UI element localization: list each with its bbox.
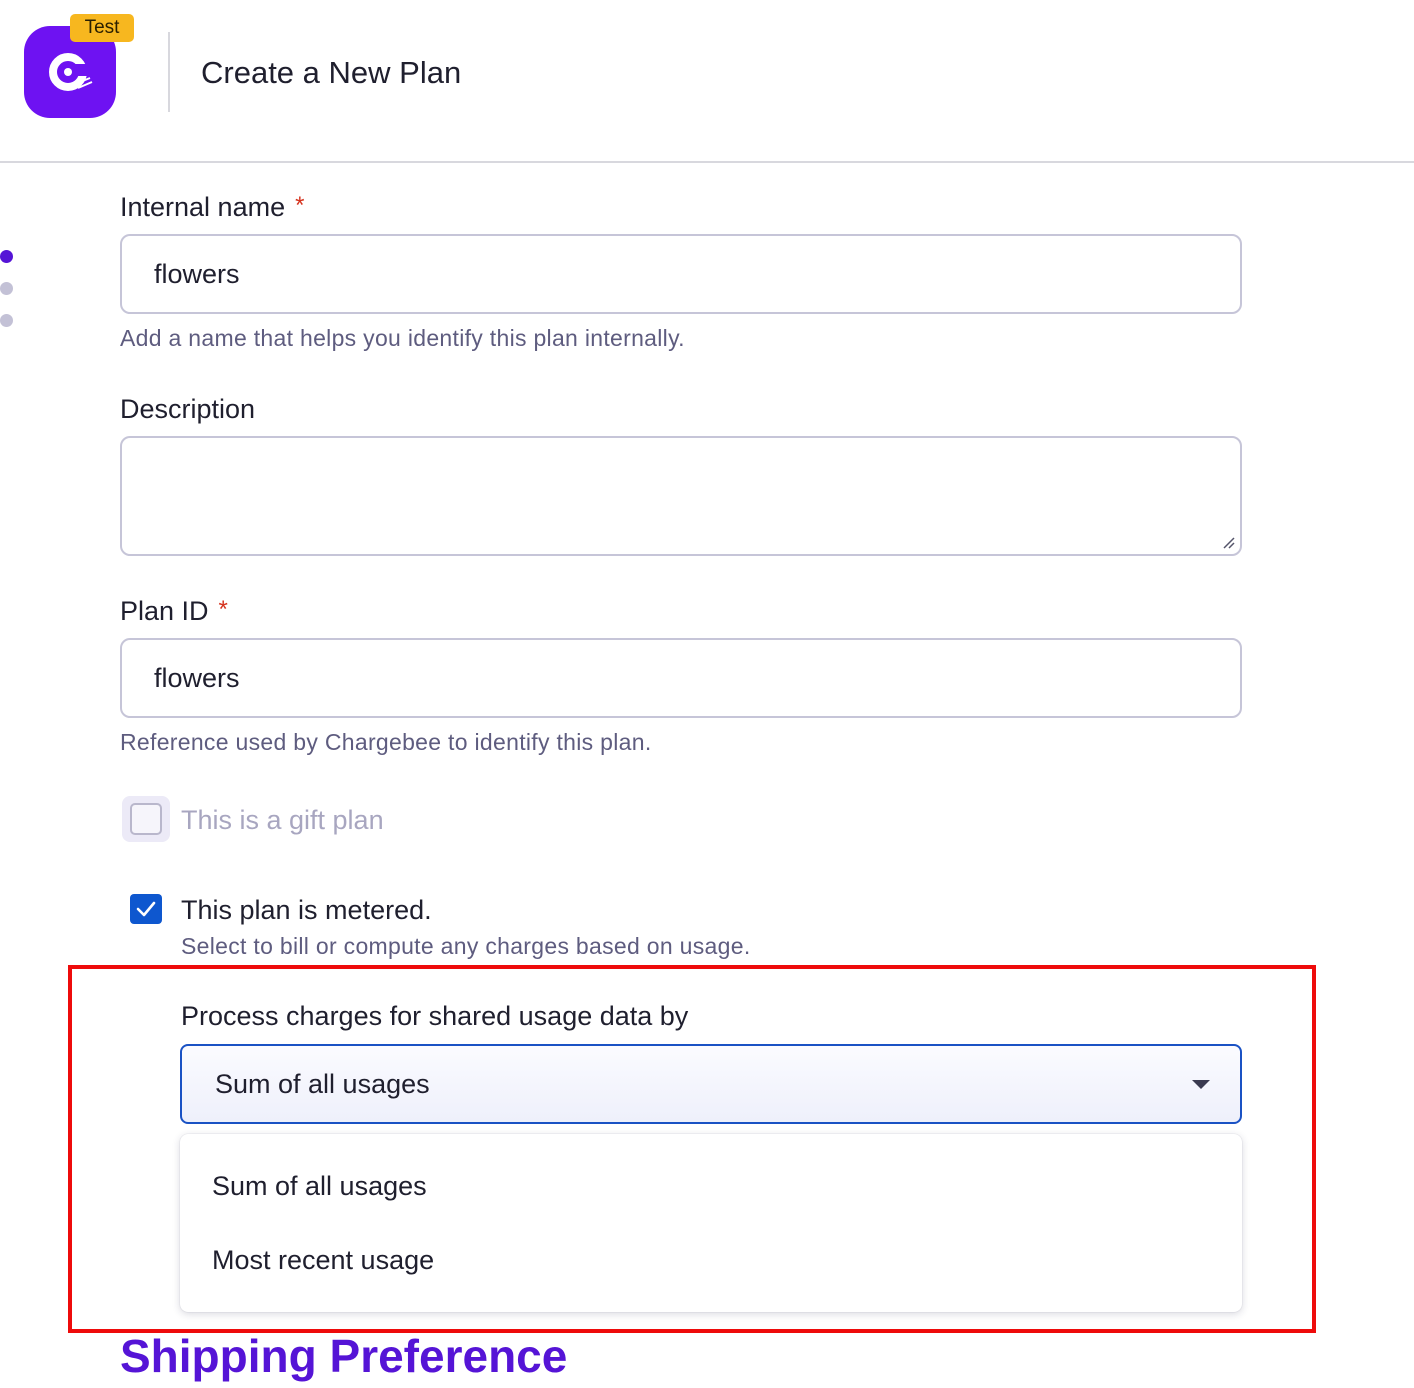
header-divider <box>168 32 170 112</box>
required-mark: * <box>218 596 228 623</box>
metered-label: This plan is metered. <box>181 895 432 925</box>
chevron-down-icon <box>1192 1080 1210 1089</box>
metered-help: Select to bill or compute any charges ba… <box>181 933 751 959</box>
step-dot-active[interactable] <box>0 250 13 263</box>
plan-id-label-text: Plan ID <box>120 596 209 626</box>
option-sum-of-all-usages[interactable]: Sum of all usages <box>212 1169 427 1203</box>
gift-plan-checkbox[interactable] <box>122 796 170 842</box>
internal-name-help: Add a name that helps you identify this … <box>120 325 685 351</box>
step-dot[interactable] <box>0 314 13 327</box>
internal-name-input[interactable] <box>120 234 1242 314</box>
process-charges-label: Process charges for shared usage data by <box>181 1001 689 1031</box>
internal-name-label: Internal name * <box>120 190 304 226</box>
gift-plan-checkbox-square <box>130 803 162 835</box>
metered-checkbox[interactable] <box>130 894 162 924</box>
app-header: Test Create a New Plan <box>0 0 1414 163</box>
shipping-preference-heading: Shipping Preference <box>120 1330 568 1382</box>
checkmark-icon <box>136 901 156 917</box>
test-mode-badge: Test <box>70 14 134 42</box>
internal-name-label-text: Internal name <box>120 192 286 222</box>
plan-id-input[interactable] <box>120 638 1242 718</box>
select-value: Sum of all usages <box>215 1069 430 1099</box>
description-label: Description <box>120 394 256 424</box>
step-dot[interactable] <box>0 282 13 295</box>
plan-id-label: Plan ID * <box>120 594 228 630</box>
resize-grip-icon[interactable] <box>1220 534 1236 550</box>
required-mark: * <box>295 192 305 219</box>
page-title: Create a New Plan <box>201 55 462 90</box>
gift-plan-label: This is a gift plan <box>181 805 384 835</box>
process-charges-select[interactable]: Sum of all usages <box>180 1044 1242 1124</box>
plan-id-help: Reference used by Chargebee to identify … <box>120 729 652 755</box>
option-most-recent-usage[interactable]: Most recent usage <box>212 1243 434 1277</box>
process-charges-dropdown-menu: Sum of all usages Most recent usage <box>180 1134 1242 1312</box>
description-textarea[interactable] <box>120 436 1242 556</box>
